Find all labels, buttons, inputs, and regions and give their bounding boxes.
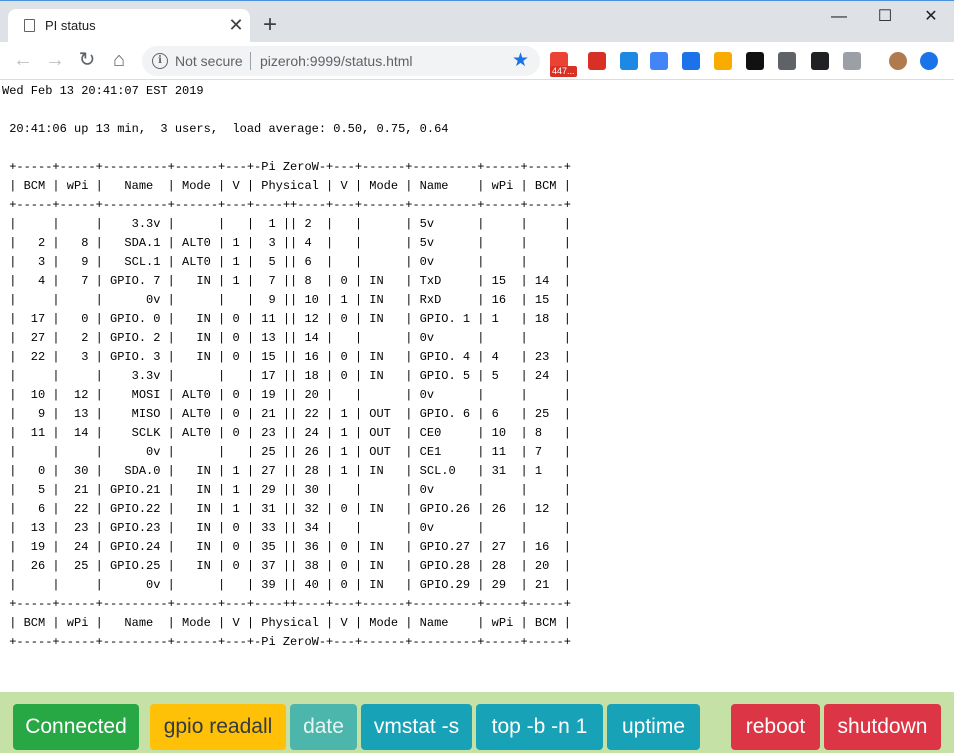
minimize-icon[interactable]: — <box>816 3 862 31</box>
output-line: | 11 | 14 | SCLK | ALT0 | 0 | 23 || 24 |… <box>2 426 571 440</box>
button-bar: Connected gpio readall date vmstat -s to… <box>0 692 954 753</box>
browser-tab[interactable]: PI status ✕ <box>8 9 250 43</box>
output-line: +-----+-----+---------+------+---+----++… <box>2 198 571 212</box>
output-line: Wed Feb 13 20:41:07 EST 2019 <box>2 84 204 98</box>
output-line: | 17 | 0 | GPIO. 0 | IN | 0 | 11 || 12 |… <box>2 312 571 326</box>
output-line: | | | 3.3v | | | 17 || 18 | 0 | IN | GPI… <box>2 369 571 383</box>
output-line: | 19 | 24 | GPIO.24 | IN | 0 | 35 || 36 … <box>2 540 571 554</box>
output-line: 20:41:06 up 13 min, 3 users, load averag… <box>2 122 449 136</box>
v-logo-icon[interactable] <box>843 52 861 70</box>
page-content: Wed Feb 13 20:41:07 EST 2019 20:41:06 up… <box>0 80 954 692</box>
vmstat-button[interactable]: vmstat -s <box>361 704 472 750</box>
info-icon[interactable]: i <box>152 53 168 69</box>
output-line: | 22 | 3 | GPIO. 3 | IN | 0 | 15 || 16 |… <box>2 350 571 364</box>
shutdown-button[interactable]: shutdown <box>824 704 941 750</box>
browser-toolbar: ← → ↻ ⌂ i Not secure pizeroh:9999/status… <box>0 42 954 80</box>
close-tab-icon[interactable]: ✕ <box>226 15 246 35</box>
back-arrow-icon[interactable]: ← <box>9 46 37 74</box>
output-line: | | | 0v | | | 25 || 26 | 1 | OUT | CE1 … <box>2 445 571 459</box>
translate-icon[interactable] <box>650 52 668 70</box>
output-line: | 4 | 7 | GPIO. 7 | IN | 1 | 7 || 8 | 0 … <box>2 274 571 288</box>
security-label: Not secure <box>175 53 243 69</box>
connected-button[interactable]: Connected <box>13 704 139 750</box>
address-separator <box>250 52 251 70</box>
reboot-button[interactable]: reboot <box>731 704 820 750</box>
output-line: | 2 | 8 | SDA.1 | ALT0 | 1 | 3 || 4 | | … <box>2 236 571 250</box>
compass-icon[interactable] <box>811 52 829 70</box>
bookmark-star-icon[interactable]: ★ <box>512 49 529 72</box>
chat-bubble-icon[interactable] <box>682 52 700 70</box>
url-text[interactable]: pizeroh:9999/status.html <box>260 53 413 69</box>
gmail-badge: 447... <box>550 66 577 77</box>
close-window-icon[interactable]: ✕ <box>908 3 954 31</box>
date-button[interactable]: date <box>290 704 357 750</box>
upload-icon[interactable] <box>920 52 938 70</box>
output-line: | BCM | wPi | Name | Mode | V | Physical… <box>2 179 571 193</box>
dots-icon[interactable] <box>588 52 606 70</box>
output-line: +-----+-----+---------+------+---+----++… <box>2 597 571 611</box>
output-line: +-----+-----+---------+------+---+-Pi Ze… <box>2 635 571 649</box>
output-line: | 5 | 21 | GPIO.21 | IN | 1 | 29 || 30 |… <box>2 483 571 497</box>
m-circle-icon[interactable] <box>620 52 638 70</box>
new-tab-icon[interactable]: + <box>258 13 282 37</box>
uptime-button[interactable]: uptime <box>607 704 700 750</box>
reload-icon[interactable]: ↻ <box>73 46 101 74</box>
output-line: | | | 0v | | | 9 || 10 | 1 | IN | RxD | … <box>2 293 571 307</box>
output-line: | BCM | wPi | Name | Mode | V | Physical… <box>2 616 571 630</box>
link-icon[interactable] <box>778 52 796 70</box>
output-line: | 13 | 23 | GPIO.23 | IN | 0 | 33 || 34 … <box>2 521 571 535</box>
output-line: | 6 | 22 | GPIO.22 | IN | 1 | 31 || 32 |… <box>2 502 571 516</box>
gpio-readall-button[interactable]: gpio readall <box>150 704 286 750</box>
page-icon <box>24 19 35 32</box>
output-line: | 27 | 2 | GPIO. 2 | IN | 0 | 13 || 14 |… <box>2 331 571 345</box>
output-line: | 26 | 25 | GPIO.25 | IN | 0 | 37 || 38 … <box>2 559 571 573</box>
diamond-arrows-icon[interactable] <box>746 52 764 70</box>
avatar-icon[interactable] <box>889 52 907 70</box>
output-line: | 3 | 9 | SCL.1 | ALT0 | 1 | 5 || 6 | | … <box>2 255 571 269</box>
output-line: | | | 3.3v | | | 1 || 2 | | | 5v | | | <box>2 217 571 231</box>
home-icon[interactable]: ⌂ <box>105 46 133 74</box>
sticky-note-icon[interactable] <box>714 52 732 70</box>
address-bar[interactable]: i Not secure pizeroh:9999/status.html ★ <box>142 46 540 76</box>
output-line: | 0 | 30 | SDA.0 | IN | 1 | 27 || 28 | 1… <box>2 464 571 478</box>
output-line: | 9 | 13 | MISO | ALT0 | 0 | 21 || 22 | … <box>2 407 571 421</box>
output-line: | 10 | 12 | MOSI | ALT0 | 0 | 19 || 20 |… <box>2 388 571 402</box>
maximize-icon[interactable]: ☐ <box>862 3 908 31</box>
forward-arrow-icon[interactable]: → <box>41 46 69 74</box>
output-line: | | | 0v | | | 39 || 40 | 0 | IN | GPIO.… <box>2 578 571 592</box>
browser-titlebar: PI status ✕ + — ☐ ✕ <box>0 0 954 43</box>
top-button[interactable]: top -b -n 1 <box>476 704 603 750</box>
output-line: +-----+-----+---------+------+---+-Pi Ze… <box>2 160 571 174</box>
tab-title: PI status <box>45 18 96 33</box>
command-output: Wed Feb 13 20:41:07 EST 2019 20:41:06 up… <box>2 82 571 652</box>
